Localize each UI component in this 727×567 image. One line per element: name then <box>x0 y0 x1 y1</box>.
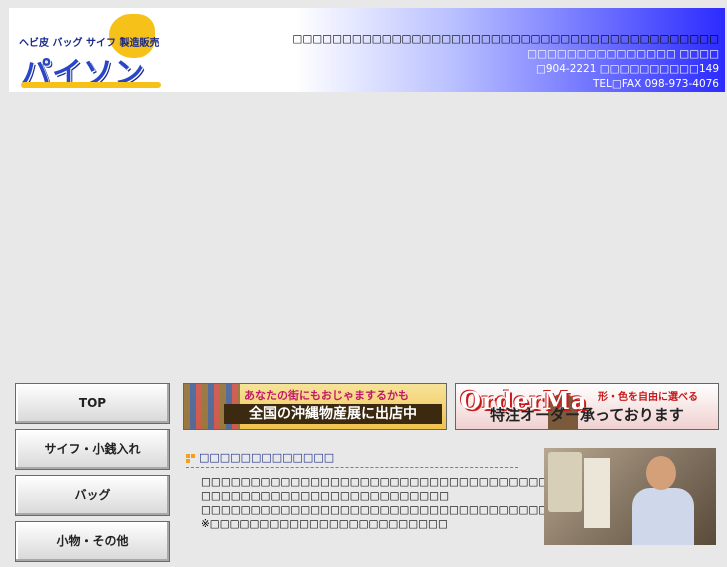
nav-accessories-button[interactable]: 小物・その他 <box>15 521 170 562</box>
nav-top-button[interactable]: TOP <box>15 383 170 424</box>
section-divider <box>186 467 518 468</box>
photo-person-head <box>646 456 676 490</box>
photo-snakeskin-bag <box>548 452 582 512</box>
banner2-sub-text: 形・色を自由に選べる <box>598 392 698 403</box>
site-header: ヘビ皮 バッグ サイフ 製造販売 パイソン □□□□□□□□□□□□□□□□□□… <box>9 8 725 92</box>
body-line: ※□□□□□□□□□□□□□□□□□□□□□□□□ <box>201 518 448 530</box>
logo-underline <box>21 82 161 88</box>
body-line: □□□□□□□□□□□□□□□□□□□□□□□□□□□□□□□□□□□□□□□ <box>201 504 588 516</box>
header-description: □□□□□□□□□□□□□□□□□□□□□□□□□□□□□□□□□□□□□□□□… <box>292 33 719 45</box>
section-heading: □□□□□□□□□□□□□ <box>186 451 334 464</box>
nav-bags-button[interactable]: バッグ <box>15 475 170 516</box>
banner1-main-text: 全国の沖縄物産展に出店中 <box>224 404 442 424</box>
section-body: □□□□□□□□□□□□□□□□□□□□□□□□□□□□□□□□□□□□□□□□… <box>201 475 598 531</box>
photo-snakeskin-skin <box>584 458 610 528</box>
order-made-banner[interactable]: OrderMa 形・色を自由に選べる 特注オーダー承っております <box>455 383 719 430</box>
banner1-top-text: あなたの街にもおじゃまするかも <box>244 389 409 402</box>
section-title-text: □□□□□□□□□□□□□ <box>199 451 335 464</box>
header-phone: TEL□FAX 098-973-4076 <box>593 78 719 90</box>
photo-person-body <box>632 488 694 545</box>
banner2-main-text: 特注オーダー承っております <box>490 406 684 424</box>
header-contact: □□□□□□□□□□□□□□□□□□□□□□□□□□□□□□□□□□□□□□□□… <box>292 32 719 92</box>
logo-tagline: ヘビ皮 バッグ サイフ 製造販売 <box>19 38 160 49</box>
header-address: □904-2221 □□□□□□□□□□149 <box>535 63 719 75</box>
side-navigation: TOP サイフ・小銭入れ バッグ 小物・その他 <box>15 383 170 567</box>
header-company: □□□□□□□□□□□□□□□ □□□□ <box>527 48 719 60</box>
okinawa-fair-banner[interactable]: あなたの街にもおじゃまするかも 全国の沖縄物産展に出店中 <box>183 383 447 430</box>
shop-owner-photo <box>544 448 716 545</box>
bullet-squares-icon <box>186 453 195 463</box>
body-line: □□□□□□□□□□□□□□□□□□□□□□□□□□□□□□□□□□□□□□□□ <box>201 476 598 488</box>
body-line: □□□□□□□□□□□□□□□□□□□□□□□□□ <box>201 490 450 502</box>
nav-wallets-button[interactable]: サイフ・小銭入れ <box>15 429 170 470</box>
